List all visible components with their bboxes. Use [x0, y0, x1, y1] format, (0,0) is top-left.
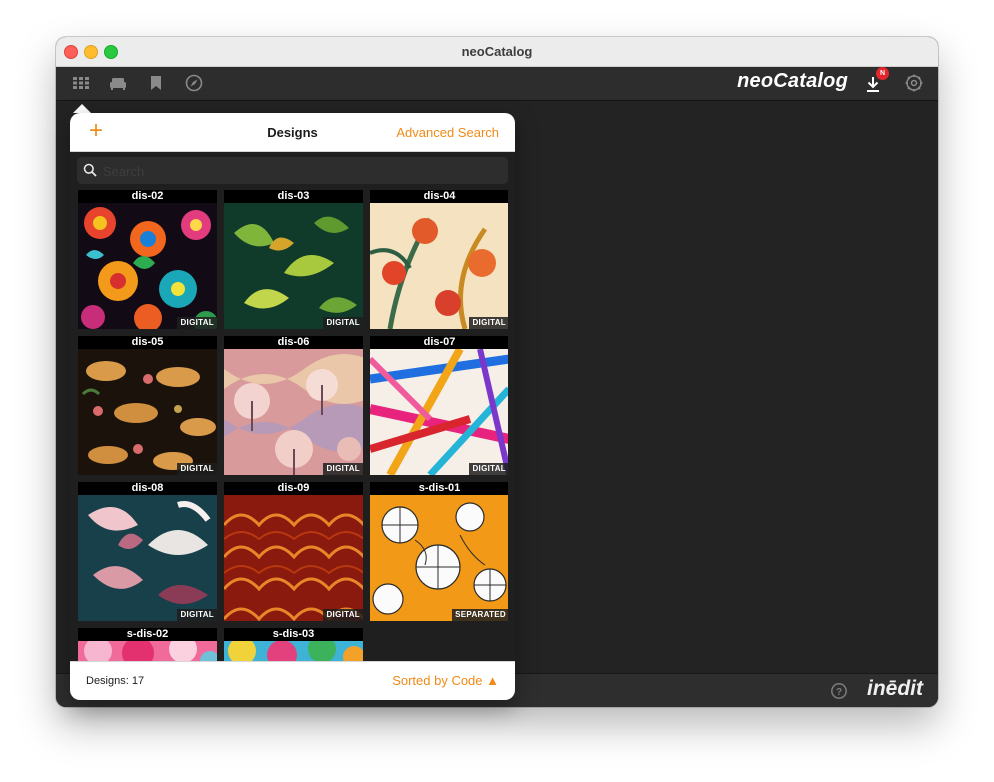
design-code: s-dis-01 — [370, 482, 508, 495]
design-thumbnail — [78, 203, 217, 329]
design-code: dis-03 — [224, 190, 363, 203]
advanced-search-link[interactable]: Advanced Search — [396, 125, 499, 140]
inedit-logo: inēdit — [867, 677, 923, 700]
design-tile[interactable]: s-dis-02 — [78, 628, 217, 662]
print-type-badge: DIGITAL — [469, 317, 508, 329]
brand-logo: neoCatalog — [737, 70, 848, 92]
sort-button[interactable]: Sorted by Code ▲ — [392, 673, 499, 688]
design-tile[interactable]: s-dis-03 — [224, 628, 363, 662]
search-input[interactable] — [101, 160, 505, 182]
design-thumbnail — [78, 641, 217, 662]
window-title: neoCatalog — [461, 44, 533, 59]
designs-count: Designs: 17 — [86, 675, 145, 687]
print-type-badge: SEPARATED — [452, 609, 508, 621]
print-type-badge: DIGITAL — [177, 463, 217, 475]
design-thumbnail — [224, 203, 363, 329]
print-type-badge: DIGITAL — [323, 609, 363, 621]
help-icon[interactable]: ? — [830, 682, 848, 700]
design-thumbnail — [224, 641, 363, 662]
design-tile[interactable]: dis-04 DIGITAL — [370, 190, 508, 329]
design-tile[interactable]: dis-03 DIGITAL — [224, 190, 363, 329]
design-code: dis-04 — [370, 190, 508, 203]
design-tile[interactable]: dis-07 DIGITAL — [370, 336, 508, 475]
popover-footer: Designs: 17 Sorted by Code ▲ — [70, 661, 515, 700]
bookmark-icon[interactable] — [147, 74, 165, 92]
toolbar: neoCatalog N — [56, 67, 938, 101]
popover-header: + Designs Advanced Search — [70, 113, 515, 152]
design-code: dis-07 — [370, 336, 508, 349]
design-thumbnail — [78, 495, 217, 621]
compass-icon[interactable] — [185, 74, 203, 92]
popover-arrow — [73, 104, 91, 113]
design-thumbnail — [78, 349, 217, 475]
design-code: dis-05 — [78, 336, 217, 349]
design-code: s-dis-03 — [224, 628, 363, 641]
design-thumbnail — [370, 349, 508, 475]
design-tile[interactable]: dis-06 DIGITAL — [224, 336, 363, 475]
title-bar: neoCatalog — [56, 37, 938, 67]
grid-icon[interactable] — [72, 74, 90, 92]
svg-text:?: ? — [836, 687, 842, 698]
design-tile[interactable]: dis-08 DIGITAL — [78, 482, 217, 621]
design-thumbnail — [370, 203, 508, 329]
search-icon — [83, 163, 97, 177]
design-tile[interactable]: s-dis-01 SEPARATED — [370, 482, 508, 621]
sofa-icon[interactable] — [109, 74, 127, 92]
print-type-badge: DIGITAL — [177, 609, 217, 621]
design-tile[interactable]: dis-05 DIGITAL — [78, 336, 217, 475]
design-code: dis-02 — [78, 190, 217, 203]
settings-gear-icon[interactable] — [904, 73, 924, 93]
print-type-badge: DIGITAL — [469, 463, 508, 475]
design-thumbnail — [224, 349, 363, 475]
design-code: s-dis-02 — [78, 628, 217, 641]
design-tile[interactable]: dis-02 DIGITAL — [78, 190, 217, 329]
print-type-badge: DIGITAL — [323, 463, 363, 475]
download-notification-badge: N — [876, 67, 889, 80]
design-code: dis-08 — [78, 482, 217, 495]
design-thumbnail — [224, 495, 363, 621]
print-type-badge: DIGITAL — [177, 317, 217, 329]
design-code: dis-06 — [224, 336, 363, 349]
design-thumbnail — [370, 495, 508, 621]
design-grid: dis-02 DIGITAL dis-03 DIGITAL dis-04 DIG… — [78, 190, 508, 662]
search-field[interactable] — [77, 157, 508, 184]
design-tile[interactable]: dis-09 DIGITAL — [224, 482, 363, 621]
designs-popover: + Designs Advanced Search dis-02 — [70, 113, 515, 700]
print-type-badge: DIGITAL — [323, 317, 363, 329]
design-code: dis-09 — [224, 482, 363, 495]
